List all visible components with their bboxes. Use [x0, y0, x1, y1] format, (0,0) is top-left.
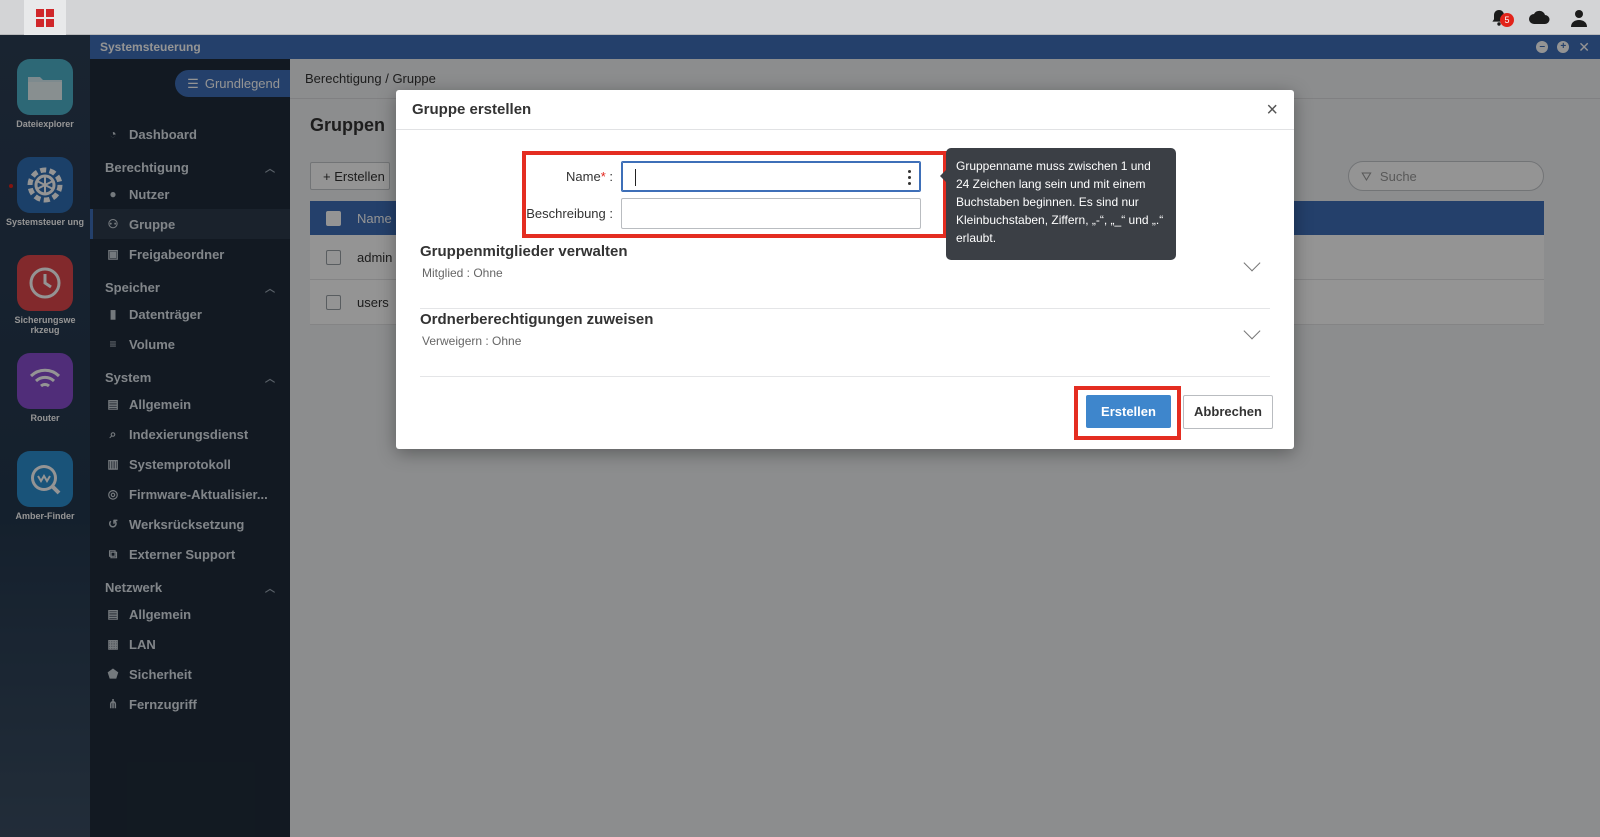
app-launcher-icon [36, 8, 54, 27]
dialog-title: Gruppe erstellen [412, 101, 532, 118]
folder-permissions-section[interactable]: Ordnerberechtigungen zuweisen Verweigern… [420, 311, 1270, 377]
folder-section-title: Ordnerberechtigungen zuweisen [420, 311, 654, 328]
dialog-header: Gruppe erstellen × [396, 90, 1294, 130]
cloud-button[interactable] [1528, 7, 1550, 29]
top-bar: 5 [0, 0, 1600, 35]
notifications-button[interactable]: 5 [1488, 7, 1514, 29]
highlight-box-fields [522, 151, 947, 238]
members-section-title: Gruppenmitglieder verwalten [420, 243, 628, 260]
members-section[interactable]: Gruppenmitglieder verwalten Mitglied : O… [420, 243, 1270, 309]
top-bar-icons: 5 [1488, 0, 1590, 35]
abbrechen-button[interactable]: Abbrechen [1183, 395, 1273, 429]
user-menu-button[interactable] [1568, 7, 1590, 29]
close-icon[interactable]: × [1266, 100, 1278, 120]
members-section-summary: Mitglied : Ohne [422, 266, 503, 280]
notification-badge: 5 [1500, 12, 1514, 27]
user-icon [1571, 9, 1587, 27]
folder-section-summary: Verweigern : Ohne [422, 334, 522, 348]
cloud-icon [1529, 10, 1550, 24]
app-launcher-button[interactable] [24, 0, 66, 35]
highlight-box-submit [1074, 386, 1181, 440]
